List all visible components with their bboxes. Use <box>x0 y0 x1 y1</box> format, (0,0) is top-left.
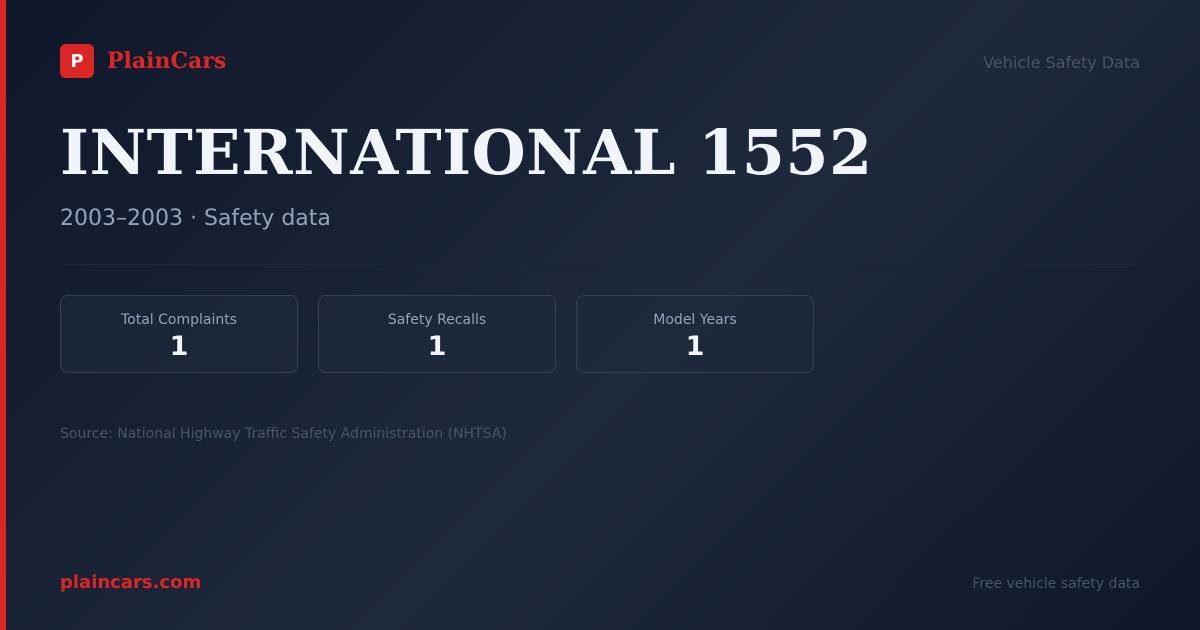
stat-label: Model Years <box>653 312 737 328</box>
footer-domain: plaincars.com <box>60 572 202 593</box>
stat-label: Safety Recalls <box>387 312 487 328</box>
stat-card-model-years: Model Years 1 <box>576 295 814 373</box>
divider <box>60 264 1140 265</box>
accent-bar <box>0 0 6 630</box>
stat-card-safety-recalls: Safety Recalls 1 <box>318 295 556 373</box>
header-tagline: Vehicle Safety Data <box>983 53 1140 72</box>
stat-card-total-complaints: Total Complaints 1 <box>60 295 298 373</box>
stat-value: 1 <box>427 331 447 362</box>
stats-row: Total Complaints 1 Safety Recalls 1 Mode… <box>60 295 814 373</box>
brand-logo: P <box>60 44 94 78</box>
stat-value: 1 <box>685 331 705 362</box>
source-note: Source: National Highway Traffic Safety … <box>60 426 507 442</box>
stat-value: 1 <box>169 331 189 362</box>
page-subtitle: 2003–2003 · Safety data <box>60 206 331 231</box>
page-title: INTERNATIONAL 1552 <box>60 116 873 189</box>
stat-label: Total Complaints <box>120 312 238 328</box>
footer-tagline: Free vehicle safety data <box>972 576 1140 592</box>
brand: P PlainCars <box>60 44 226 78</box>
brand-name: PlainCars <box>107 48 227 74</box>
